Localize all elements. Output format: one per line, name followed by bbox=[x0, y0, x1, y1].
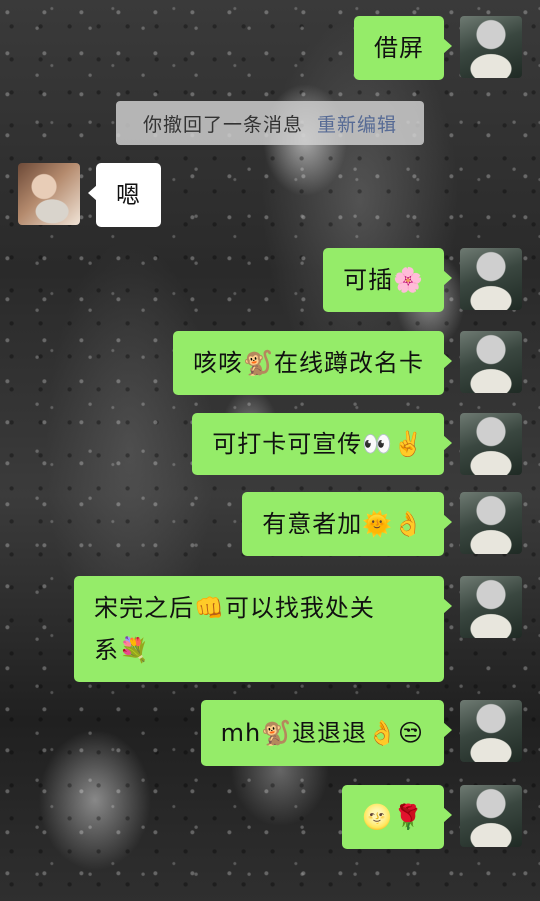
my-avatar[interactable] bbox=[460, 413, 522, 475]
my-avatar[interactable] bbox=[460, 248, 522, 310]
message-bubble[interactable]: 可打卡可宣传👀✌️ bbox=[192, 413, 452, 475]
message-bubble[interactable]: 借屏 bbox=[354, 16, 452, 80]
my-avatar[interactable] bbox=[460, 16, 522, 78]
message-row: mh🐒退退退👌😒 bbox=[200, 700, 522, 766]
message-row: 可插🌸 bbox=[323, 248, 522, 312]
message-row: 有意者加🌞👌 bbox=[242, 492, 522, 556]
message-row: 借屏 bbox=[354, 16, 522, 80]
message-text: 有意者加🌞👌 bbox=[262, 510, 424, 538]
message-text: 可插🌸 bbox=[343, 266, 424, 294]
message-bubble[interactable]: 咳咳🐒在线蹲改名卡 bbox=[173, 331, 452, 395]
message-text: 嗯 bbox=[116, 181, 141, 209]
message-bubble[interactable]: mh🐒退退退👌😒 bbox=[200, 700, 453, 766]
contact-avatar[interactable] bbox=[18, 163, 80, 225]
message-bubble[interactable]: 🌝🌹 bbox=[342, 785, 452, 849]
message-text-line-1: 宋完之后👊可以找我处关 bbox=[94, 594, 375, 622]
message-row: 咳咳🐒在线蹲改名卡 bbox=[173, 331, 522, 395]
message-bubble[interactable]: 有意者加🌞👌 bbox=[242, 492, 452, 556]
message-row: 🌝🌹 bbox=[342, 785, 522, 849]
my-avatar[interactable] bbox=[460, 331, 522, 393]
my-avatar[interactable] bbox=[460, 700, 522, 762]
message-text: 借屏 bbox=[374, 34, 424, 62]
message-text: 咳咳🐒在线蹲改名卡 bbox=[193, 349, 424, 377]
message-bubble[interactable]: 嗯 bbox=[88, 163, 161, 227]
message-bubble[interactable]: 宋完之后👊可以找我处关 系💐 bbox=[74, 576, 452, 682]
my-avatar[interactable] bbox=[460, 785, 522, 847]
re-edit-link[interactable]: 重新编辑 bbox=[317, 110, 397, 137]
message-text: mh🐒退退退👌😒 bbox=[220, 719, 424, 747]
message-bubble[interactable]: 可插🌸 bbox=[323, 248, 452, 312]
my-avatar[interactable] bbox=[460, 492, 522, 554]
message-text: 🌝🌹 bbox=[362, 803, 424, 831]
recall-text: 你撤回了一条消息 bbox=[142, 113, 303, 136]
message-row: 宋完之后👊可以找我处关 系💐 bbox=[74, 576, 522, 682]
message-row: 嗯 bbox=[18, 163, 161, 227]
message-text-line-2: 系💐 bbox=[94, 636, 150, 664]
recall-notice: 你撤回了一条消息 重新编辑 bbox=[116, 101, 424, 145]
message-row: 可打卡可宣传👀✌️ bbox=[192, 413, 522, 475]
my-avatar[interactable] bbox=[460, 576, 522, 638]
message-text: 可打卡可宣传👀✌️ bbox=[212, 430, 424, 458]
